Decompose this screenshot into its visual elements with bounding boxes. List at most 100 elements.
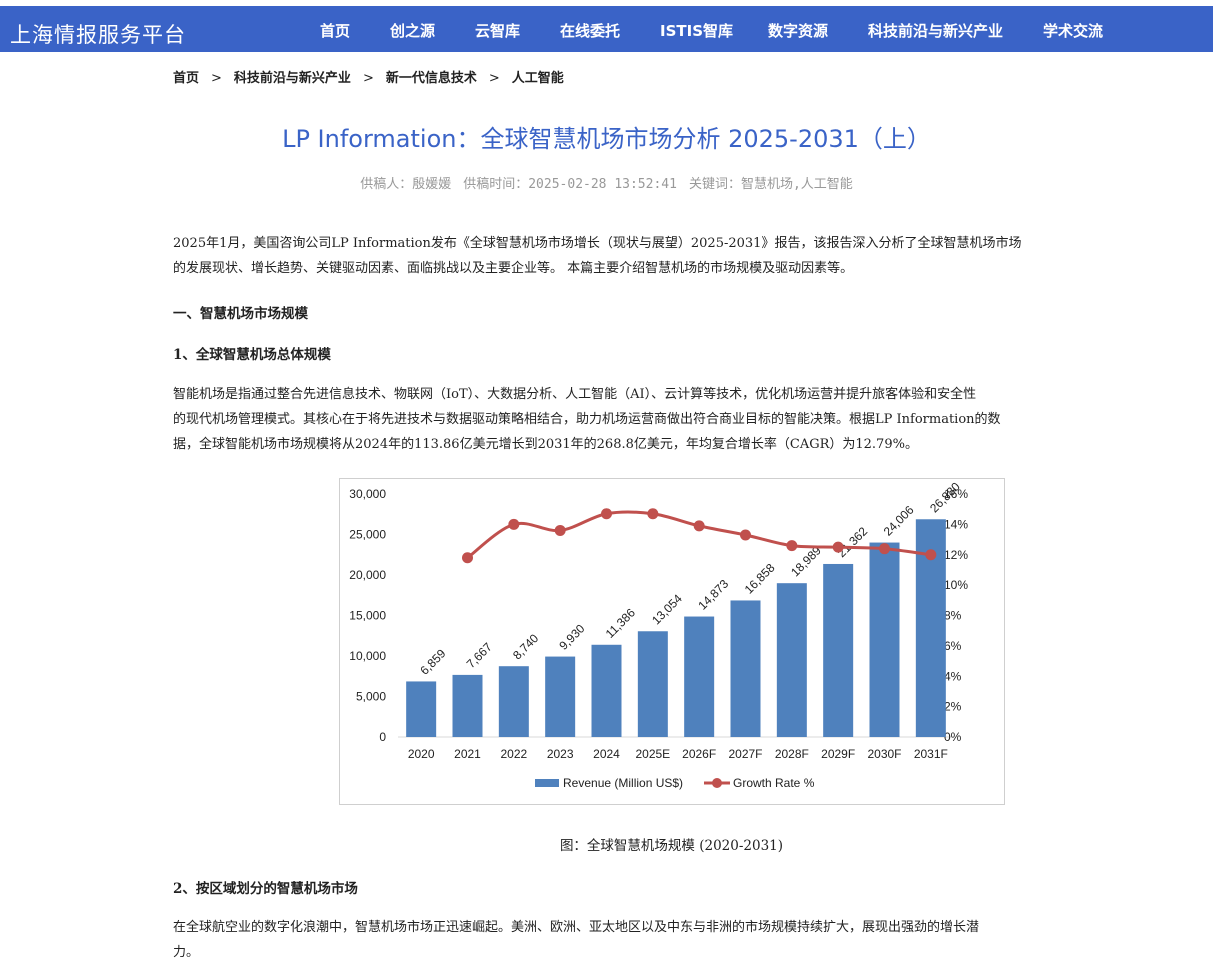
intro-line: 2025年1月，美国咨询公司LP Information发布《全球智慧机场市场增…: [173, 236, 1022, 251]
nav-item-home[interactable]: 首页: [320, 20, 350, 41]
x-tick-label: 2028F: [775, 747, 809, 761]
y-right-tick-label: 10%: [944, 578, 968, 592]
x-tick-label: 2027F: [728, 747, 762, 761]
x-tick-label: 2030F: [867, 747, 901, 761]
bar-data-label: 9,930: [556, 621, 587, 652]
body-line: 的现代机场管理模式。其核心在于将先进技术与数据驱动策略相结合，助力机场运营商做出…: [173, 412, 1001, 427]
y-right-tick-label: 14%: [944, 517, 968, 531]
body-line: 力。: [173, 945, 200, 960]
subsection-heading: 2、按区域划分的智慧机场市场: [173, 881, 358, 897]
market-size-chart: 0 5,000 10,000 15,000 20,000 25,000 30,000 0% 2%…: [339, 478, 1005, 805]
nav-item-academic-exchange[interactable]: 学术交流: [1043, 20, 1103, 41]
revenue-bar: [823, 563, 854, 737]
growth-rate-point: [462, 552, 473, 564]
y-left-tick-label: 25,000: [349, 528, 386, 542]
breadcrumb-next-gen-it[interactable]: 新一代信息技术: [386, 71, 477, 86]
y-left-tick-label: 10,000: [349, 649, 386, 663]
revenue-bar: [406, 681, 437, 737]
page-title: LP Information：全球智慧机场市场分析 2025-2031（上）: [282, 125, 931, 153]
y-right-tick-label: 2%: [944, 700, 962, 714]
breadcrumb-separator: >: [211, 71, 222, 86]
breadcrumb: 首页 > 科技前沿与新兴产业 > 新一代信息技术 > 人工智能: [173, 67, 564, 86]
article-keywords: 关键词：智慧机场,人工智能: [688, 177, 853, 192]
bar-data-label: 24,006: [881, 503, 917, 539]
y-right-tick-label: 6%: [944, 639, 962, 653]
bar-data-label: 11,386: [603, 605, 638, 640]
body-paragraph: 智能机场是指通过整合先进信息技术、物联网（IoT）、大数据分析、人工智能（AI）…: [173, 382, 1168, 457]
bar-data-label: 7,667: [464, 640, 495, 671]
chart-caption: 图：全球智慧机场规模 (2020-2031): [559, 838, 784, 854]
revenue-bar: [498, 666, 529, 737]
subsection-heading: 1、全球智慧机场总体规模: [173, 347, 331, 363]
intro-paragraph: 2025年1月，美国咨询公司LP Information发布《全球智慧机场市场增…: [173, 231, 1168, 281]
main-nav: 首页 创之源 云智库 在线委托 ISTIS智库 数字资源 科技前沿与新兴产业 学…: [0, 20, 1213, 40]
y-right-tick-label: 8%: [944, 609, 962, 623]
y-left-tick-label: 5,000: [356, 690, 386, 704]
nav-item-istis-think-tank[interactable]: ISTIS智库: [660, 20, 733, 41]
x-tick-label: 2020: [408, 747, 435, 761]
y-left-tick-label: 30,000: [349, 487, 386, 501]
nav-item-chuangzhiyuan[interactable]: 创之源: [390, 20, 435, 41]
bar-data-label: 16,858: [742, 560, 778, 596]
growth-rate-point: [925, 549, 937, 561]
revenue-bar: [730, 600, 761, 737]
x-tick-label: 2023: [547, 747, 574, 761]
x-tick-label: 2021: [454, 747, 481, 761]
growth-rate-point: [740, 529, 751, 541]
revenue-bar: [545, 656, 576, 737]
y-left-tick-label: 15,000: [349, 609, 386, 623]
growth-rate-point: [601, 508, 612, 520]
chart-svg: 0 5,000 10,000 15,000 20,000 25,000 30,000 0% 2%…: [349, 479, 968, 790]
growth-rate-point: [879, 543, 890, 555]
growth-rate-point: [832, 541, 844, 553]
growth-rate-point: [554, 524, 566, 536]
growth-rate-point: [508, 518, 520, 530]
y-right-tick-label: 4%: [944, 669, 962, 683]
bar-data-label: 8,740: [510, 631, 541, 662]
x-tick-label: 2025E: [635, 747, 670, 761]
top-navigation-bar: 上海情报服务平台 首页 创之源 云智库 在线委托 ISTIS智库 数字资源 科技…: [0, 6, 1213, 52]
bar-data-label: 14,873: [695, 577, 731, 613]
x-tick-label: 2026F: [682, 747, 716, 761]
y-right-tick-label: 12%: [944, 548, 968, 562]
section-heading: 一、智慧机场市场规模: [173, 306, 308, 322]
revenue-bar: [637, 631, 668, 737]
breadcrumb-tech-frontier[interactable]: 科技前沿与新兴产业: [234, 71, 351, 86]
revenue-bar: [684, 616, 715, 737]
x-tick-label: 2024: [593, 747, 620, 761]
body-line: 智能机场是指通过整合先进信息技术、物联网（IoT）、大数据分析、人工智能（AI）…: [173, 387, 977, 402]
article-time: 供稿时间：2025-02-28 13:52:41: [463, 177, 677, 192]
nav-item-digital-resources[interactable]: 数字资源: [768, 20, 828, 41]
y-right-tick-label: 0%: [944, 730, 962, 744]
legend-growth-swatch-marker: [712, 778, 722, 788]
breadcrumb-separator: >: [362, 71, 374, 86]
nav-item-cloud-think-tank[interactable]: 云智库: [475, 20, 520, 41]
growth-rate-point: [647, 508, 659, 520]
legend-revenue-label: Revenue (Million US$): [563, 776, 683, 790]
bar-data-label: 13,054: [649, 591, 685, 627]
body-paragraph: 在全球航空业的数字化浪潮中，智慧机场市场正迅速崛起。美洲、欧洲、亚太地区以及中东…: [173, 915, 1168, 965]
revenue-bar: [776, 583, 807, 737]
y-left-tick-label: 20,000: [349, 568, 386, 582]
legend-growth-label: Growth Rate %: [733, 776, 815, 790]
revenue-bar: [452, 674, 483, 737]
nav-item-online-commission[interactable]: 在线委托: [560, 20, 620, 41]
intro-line: 的发展现状、增长趋势、关键驱动因素、面临挑战以及主要企业等。 本篇主要介绍智慧机…: [173, 261, 854, 276]
article-author: 供稿人：殷媛媛: [360, 177, 452, 192]
body-line: 在全球航空业的数字化浪潮中，智慧机场市场正迅速崛起。美洲、欧洲、亚太地区以及中东…: [173, 920, 980, 935]
breadcrumb-home[interactable]: 首页: [173, 71, 199, 86]
article-meta: 供稿人：殷媛媛 供稿时间：2025-02-28 13:52:41 关键词：智慧机场,…: [0, 173, 1213, 192]
growth-rate-point: [786, 540, 798, 552]
x-tick-label: 2031F: [914, 747, 948, 761]
breadcrumb-ai[interactable]: 人工智能: [512, 71, 564, 86]
y-left-tick-label: 0: [379, 730, 386, 744]
bar-data-label: 6,859: [417, 646, 448, 677]
nav-item-tech-frontier[interactable]: 科技前沿与新兴产业: [868, 20, 1003, 41]
legend-revenue-swatch: [535, 779, 559, 787]
x-tick-label: 2022: [500, 747, 527, 761]
revenue-bar: [591, 644, 622, 737]
revenue-bar: [869, 542, 900, 737]
x-tick-label: 2029F: [821, 747, 855, 761]
breadcrumb-separator: >: [488, 71, 500, 86]
growth-rate-point: [693, 520, 705, 532]
